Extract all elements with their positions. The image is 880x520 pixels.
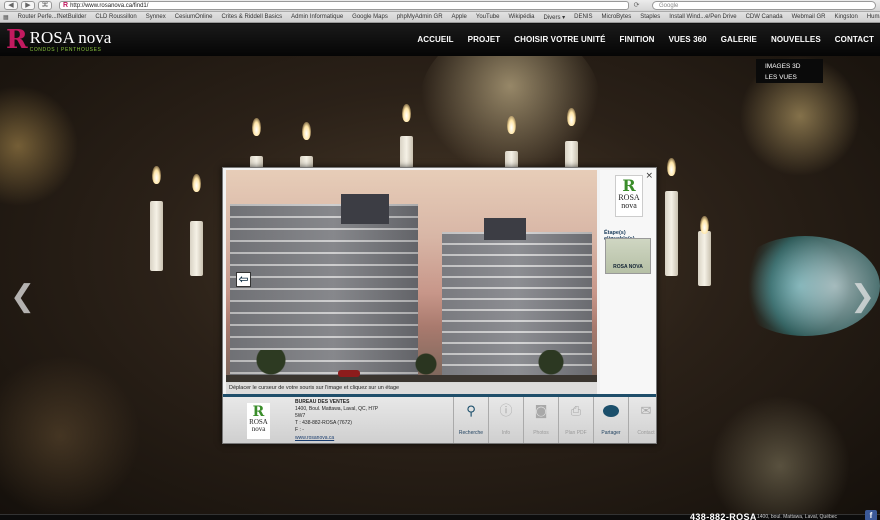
- plan-pdf-icon: ⎙: [570, 404, 582, 419]
- tool-label: Contact: [637, 430, 655, 436]
- bookmark-item[interactable]: CesiumOnline: [175, 14, 213, 20]
- bookmark-item[interactable]: Kingston: [834, 14, 857, 20]
- bookmark-item[interactable]: Synnex: [146, 14, 166, 20]
- office-phone: T : 438-882-ROSA (7672): [295, 420, 352, 426]
- bookmark-item[interactable]: MicroBytes: [602, 14, 632, 20]
- next-image-arrow[interactable]: ❯: [850, 282, 875, 312]
- side-logo-name: ROSA nova: [618, 193, 640, 210]
- nav-item-galerie[interactable]: GALERIE: [721, 35, 757, 44]
- footer-logo-name: ROSA nova: [249, 418, 268, 433]
- tool-label: Partager: [601, 430, 621, 436]
- submenu-item-images-3d[interactable]: IMAGES 3D: [765, 61, 823, 72]
- nav-item-choisir-votre-unit-[interactable]: CHOISIR VOTRE UNITÉ: [514, 35, 605, 44]
- tool-partager-button[interactable]: Partager: [593, 397, 628, 443]
- floor-selector-modal: ⇦ Déplacer le curseur de votre souris su…: [222, 167, 657, 444]
- office-address-line-2: 5W7: [295, 413, 306, 419]
- tool-contact-button[interactable]: ✉ Contact: [628, 397, 663, 443]
- bookmark-item[interactable]: Router Perfe...fNetBuilder: [18, 14, 87, 20]
- bookmark-item[interactable]: Webmail GR: [792, 14, 826, 20]
- modal-toolbar: ⚲ Recherche ⓘ Info ◙ Photos ⎙ Plan PDF Partager ✉…: [453, 397, 663, 443]
- galerie-submenu: IMAGES 3D LES VUES: [756, 59, 823, 83]
- share-button[interactable]: ⌘: [38, 1, 52, 10]
- nav-item-contact[interactable]: CONTACT: [835, 35, 874, 44]
- main-nav: ACCUEIL PROJET CHOISIR VOTRE UNITÉ FINITION…: [417, 35, 874, 44]
- modal-footer: R ROSA nova BUREAU DES VENTES 1400, Boul…: [223, 394, 656, 443]
- bookmark-item[interactable]: Google Maps: [352, 14, 388, 20]
- submenu-item-les-vues[interactable]: LES VUES: [765, 72, 823, 83]
- office-address-line-1: 1400, Boul. Mattawa, Laval, QC, H7P: [295, 406, 379, 412]
- nav-item-finition[interactable]: FINITION: [620, 35, 655, 44]
- back-arrow-button[interactable]: ⇦: [236, 272, 251, 287]
- previous-image-arrow[interactable]: ❮: [10, 282, 35, 312]
- partager-icon: [603, 405, 619, 417]
- address-bar[interactable]: R http://www.rosanova.ca/find1/: [59, 1, 629, 10]
- step-thumbnail-label: ROSA NOVA: [613, 264, 643, 270]
- site-header: R ROSA nova CONDOS | PENTHOUSES ACCUEIL P…: [0, 24, 880, 56]
- bookmark-item[interactable]: Wikipédia: [508, 14, 534, 20]
- info-icon: ⓘ: [499, 404, 513, 419]
- bookmark-item[interactable]: Humanistes: [867, 14, 880, 20]
- step-thumbnail-rosa-nova[interactable]: ROSA NOVA: [605, 238, 651, 274]
- side-logo-r: R: [622, 176, 636, 195]
- bookmark-item[interactable]: phpMyAdmin GR: [397, 14, 443, 20]
- tool-info-button[interactable]: ⓘ Info: [488, 397, 523, 443]
- nav-item-projet[interactable]: PROJET: [468, 35, 501, 44]
- bookmark-item[interactable]: Install Wind...e/Pen Drive: [669, 14, 736, 20]
- bookmarks-bar: ▦ Router Perfe...fNetBuilder CLD Roussill…: [0, 12, 880, 23]
- bookmark-item[interactable]: Divers ▾: [543, 14, 565, 21]
- footer-logo-r: R: [252, 404, 265, 420]
- bookmark-item[interactable]: DENIS: [574, 14, 592, 20]
- nav-item-accueil[interactable]: ACCUEIL: [417, 35, 453, 44]
- back-button[interactable]: ◀: [4, 1, 18, 10]
- forward-button[interactable]: ▶: [21, 1, 35, 10]
- tool-photos-button[interactable]: ◙ Photos: [523, 397, 558, 443]
- tool-recherche-button[interactable]: ⚲ Recherche: [453, 397, 488, 443]
- page-bottom-bar: 438-882-ROSA 1400, boul. Mattawa, Laval,…: [0, 510, 880, 520]
- sales-office-contact: BUREAU DES VENTES 1400, Boul. Mattawa, L…: [295, 399, 378, 442]
- tool-label: Plan PDF: [565, 430, 587, 436]
- bookmarks-grid-icon[interactable]: ▦: [3, 14, 9, 21]
- logo-r-mark: R: [6, 25, 28, 55]
- bottom-address: 1400, boul. Mattawa, Laval, Québec: [757, 514, 838, 520]
- close-icon[interactable]: ×: [645, 171, 653, 181]
- modal-side-panel: × R ROSA nova Étape(s) cliquable(s) ROSA…: [600, 170, 656, 394]
- bookmark-item[interactable]: CLD Roussillon: [95, 14, 136, 20]
- tool-label: Photos: [533, 430, 549, 436]
- tool-plan-pdf-button[interactable]: ⎙ Plan PDF: [558, 397, 593, 443]
- office-fax: F : -: [295, 427, 304, 433]
- logo-name: ROSA nova: [29, 28, 112, 47]
- logo-tagline: CONDOS | PENTHOUSES: [29, 47, 102, 53]
- side-logo: R ROSA nova: [615, 175, 643, 217]
- bottom-phone: 438-882-ROSA: [690, 512, 757, 520]
- browser-toolbar: ◀ ▶ ⌘ R http://www.rosanova.ca/find1/ ⟳ …: [0, 0, 880, 12]
- website-link[interactable]: www.rosanova.ca: [295, 435, 378, 442]
- facebook-icon[interactable]: f: [865, 510, 877, 520]
- reload-icon[interactable]: ⟳: [632, 1, 641, 10]
- nav-item-nouvelles[interactable]: NOUVELLES: [771, 35, 821, 44]
- bookmark-item[interactable]: Apple: [452, 14, 467, 20]
- tool-label: Info: [501, 430, 511, 436]
- bookmark-item[interactable]: CDW Canada: [746, 14, 783, 20]
- contact-icon: ✉: [640, 404, 652, 419]
- office-title: BUREAU DES VENTES: [295, 399, 350, 405]
- bookmark-item[interactable]: Admin Informatique: [291, 14, 343, 20]
- tool-label: Recherche: [458, 430, 484, 436]
- bookmark-item[interactable]: YouTube: [476, 14, 500, 20]
- recherche-icon: ⚲: [466, 404, 476, 419]
- building-rendering-viewer[interactable]: ⇦ Déplacer le curseur de votre souris su…: [226, 170, 597, 394]
- photos-icon: ◙: [534, 404, 548, 419]
- site-favicon-icon: R: [63, 1, 69, 9]
- footer-logo: R ROSA nova: [247, 403, 270, 439]
- bookmark-item[interactable]: Crites & Riddell Basics: [221, 14, 282, 20]
- url-text: http://www.rosanova.ca/find1/: [70, 2, 149, 9]
- site-logo[interactable]: R ROSA nova CONDOS | PENTHOUSES: [6, 27, 111, 53]
- browser-search-input[interactable]: Google: [652, 1, 876, 10]
- bookmark-item[interactable]: Staples: [640, 14, 660, 20]
- nav-item-vues-360[interactable]: VUES 360: [669, 35, 707, 44]
- viewer-instructions: Déplacer le curseur de votre souris sur …: [226, 382, 597, 394]
